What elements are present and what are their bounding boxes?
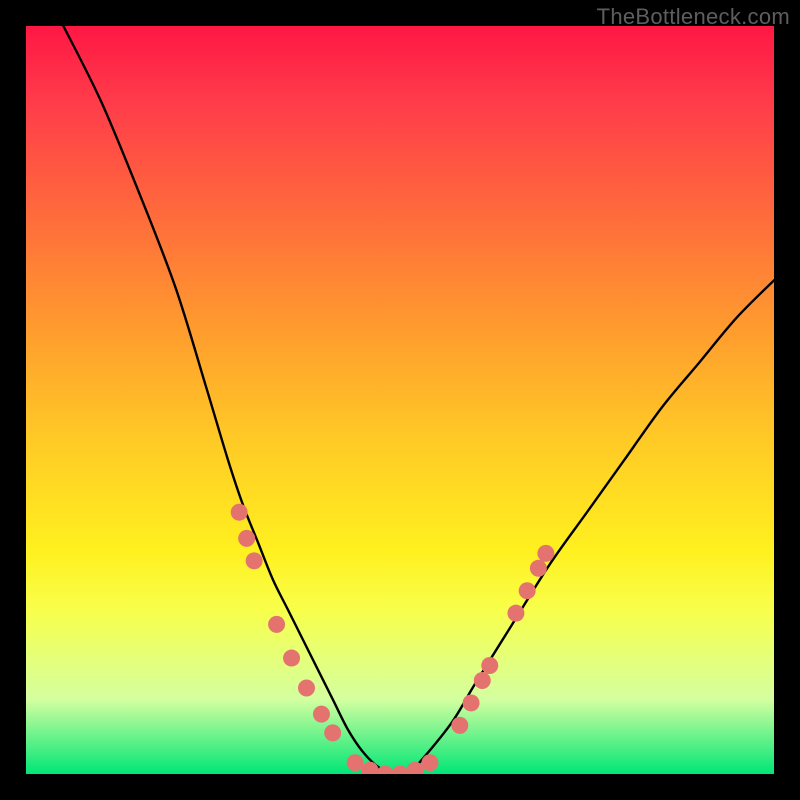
curve-marker	[283, 650, 300, 667]
curve-marker	[481, 657, 498, 674]
curve-marker	[530, 560, 547, 577]
curve-marker	[238, 530, 255, 547]
curve-marker	[231, 504, 248, 521]
curve-marker	[313, 706, 330, 723]
curve-marker	[519, 582, 536, 599]
curve-marker	[537, 545, 554, 562]
curve-marker	[246, 552, 263, 569]
curve-marker	[406, 762, 423, 774]
chart-svg	[26, 26, 774, 774]
bottleneck-curve	[63, 26, 774, 774]
curve-marker	[362, 762, 379, 774]
curve-marker	[451, 717, 468, 734]
curve-marker	[268, 616, 285, 633]
chart-plot-area	[26, 26, 774, 774]
curve-marker	[298, 679, 315, 696]
curve-marker	[474, 672, 491, 689]
curve-marker	[463, 694, 480, 711]
curve-marker	[324, 724, 341, 741]
curve-marker	[507, 605, 524, 622]
watermark-text: TheBottleneck.com	[597, 4, 790, 30]
curve-marker	[347, 754, 364, 771]
curve-marker	[421, 754, 438, 771]
curve-markers	[231, 504, 555, 774]
curve-marker	[392, 766, 409, 775]
